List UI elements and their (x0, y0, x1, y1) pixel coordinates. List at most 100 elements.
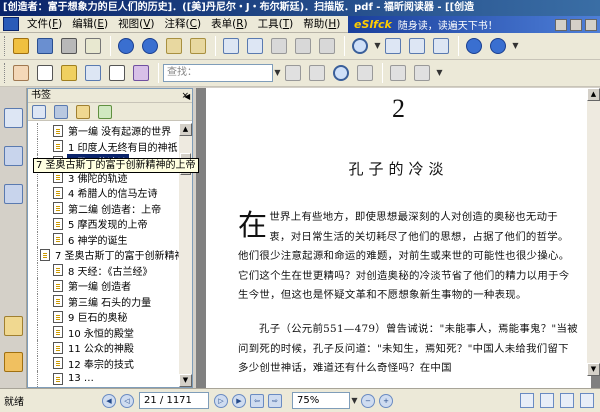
document-view[interactable]: 2 孔子的冷淡 在世界上有些地方，即使思想最深刻的人对创造的奥秘也无动于衷，对日… (196, 88, 600, 388)
bookmark-item[interactable]: 10 永恒的殿堂 (28, 324, 180, 340)
forward-nav-button[interactable]: ⇨ (268, 393, 282, 408)
bookmarks-tab-icon[interactable] (4, 108, 23, 128)
menu-file[interactable]: 文件(F) (22, 16, 67, 33)
prev-page-nav-button[interactable]: ◁ (120, 393, 134, 408)
select-tool-button[interactable] (58, 62, 80, 84)
fit-page-button[interactable] (382, 35, 404, 57)
zoom-select[interactable]: 75% (292, 392, 350, 409)
sidebar-collapse-button[interactable]: ◀ (184, 92, 190, 101)
first-page-nav-button[interactable]: ◀ (102, 393, 116, 408)
bookmark-item[interactable]: 8 天经：《古兰经》 (28, 262, 180, 278)
menu-comment[interactable]: 注释(C) (160, 16, 207, 33)
expand-all-icon[interactable] (32, 104, 46, 119)
document-scrollbar[interactable]: ▲ ▼ (587, 88, 600, 376)
fit-width-button[interactable] (406, 35, 428, 57)
minimize-button[interactable] (555, 18, 567, 31)
search-input[interactable]: 查找： (163, 64, 273, 82)
search-options-button[interactable] (354, 62, 376, 84)
toolbar-more-dropdown[interactable]: ▼ (435, 64, 444, 82)
email-button[interactable] (82, 35, 104, 57)
continuous-view-icon[interactable] (540, 393, 554, 408)
ad-banner[interactable]: eSlfck 随身读，读遍天下书！ (348, 16, 600, 33)
bookmark-item[interactable]: 7 圣奥古斯丁的富于创新精神的上帝 (28, 247, 180, 263)
hand-tool-button[interactable] (10, 62, 32, 84)
undo-button[interactable] (268, 35, 290, 57)
next-page-button[interactable] (139, 35, 161, 57)
bookmark-item[interactable]: 第二编 创造者：上帝 (28, 200, 180, 216)
single-page-button[interactable] (220, 35, 242, 57)
bookmark-item[interactable]: 9 巨石的奥秘 (28, 309, 180, 325)
typewriter-button[interactable] (106, 62, 128, 84)
menu-help[interactable]: 帮助(H) (298, 16, 345, 33)
toolbar-grip[interactable] (4, 63, 7, 83)
bookmark-item[interactable]: 6 神学的诞生 (28, 231, 180, 247)
bookmark-item[interactable]: 第一编 没有起源的世界 (28, 123, 180, 139)
facing-view-icon[interactable] (560, 393, 574, 408)
scroll-up-button[interactable]: ▲ (587, 88, 600, 101)
select-text-button[interactable] (34, 62, 56, 84)
close-button[interactable] (585, 18, 597, 31)
first-page-button[interactable] (387, 62, 409, 84)
search-prev-button[interactable] (282, 62, 304, 84)
rotate-icon (319, 38, 335, 54)
menu-tools[interactable]: 工具(T) (253, 16, 299, 33)
snapshot-button[interactable] (82, 62, 104, 84)
save-button[interactable] (34, 35, 56, 57)
bookmark-item[interactable]: 1 印度人无终有目的神祇 (28, 138, 180, 154)
delete-bookmark-icon[interactable] (54, 104, 68, 119)
zoom-tool-button[interactable] (349, 35, 371, 57)
bookmark-item[interactable]: 11 公众的神殿 (28, 340, 180, 356)
back-nav-button[interactable]: ⇦ (250, 393, 264, 408)
bookmark-item[interactable]: 12 奉宗的技式 (28, 355, 180, 371)
scroll-up-button[interactable]: ▲ (179, 123, 192, 136)
bookmark-item[interactable]: 第三编 石头的力量 (28, 293, 180, 309)
search-dropdown[interactable]: ▼ (273, 64, 282, 82)
new-bookmark-icon[interactable] (76, 104, 90, 119)
print-button[interactable] (58, 35, 80, 57)
zoom-in-button[interactable] (487, 35, 509, 57)
bookmark-item[interactable]: 第一编 创造者 (28, 278, 180, 294)
scroll-down-button[interactable]: ▼ (587, 363, 600, 376)
tree-line (37, 340, 51, 356)
continuous-button[interactable] (244, 35, 266, 57)
attachments-tab-icon[interactable] (4, 352, 23, 372)
restore-button[interactable] (570, 18, 582, 31)
window-title: [创造者：富于想象力的巨人们的历史]．([美]丹尼尔・J・布尔斯廷)．扫描版．p… (0, 0, 600, 16)
zoom-out-button[interactable] (463, 35, 485, 57)
menu-view[interactable]: 视图(V) (113, 16, 159, 33)
bookmark-item[interactable]: 13 … (28, 371, 180, 387)
menu-form[interactable]: 表单(R) (206, 16, 253, 33)
image-tool-button[interactable] (130, 62, 152, 84)
comments-tab-icon[interactable] (4, 316, 23, 336)
zoom-in-status-button[interactable]: + (379, 393, 393, 408)
redo-button[interactable] (292, 35, 314, 57)
continuous-facing-view-icon[interactable] (580, 393, 594, 408)
prev-page-button[interactable] (115, 35, 137, 57)
next-page-nav-button[interactable]: ▷ (214, 393, 228, 408)
back-button[interactable] (163, 35, 185, 57)
open-button[interactable] (10, 35, 32, 57)
search-next-button[interactable] (306, 62, 328, 84)
app-icon[interactable] (3, 17, 19, 31)
last-page-button[interactable] (411, 62, 433, 84)
pages-tab-icon[interactable] (4, 146, 23, 166)
zoom-dropdown[interactable]: ▼ (350, 392, 359, 410)
forward-button[interactable] (187, 35, 209, 57)
layers-tab-icon[interactable] (4, 184, 23, 204)
single-page-view-icon[interactable] (520, 393, 534, 408)
bookmark-properties-icon[interactable] (98, 104, 112, 119)
toolbar-grip[interactable] (4, 36, 7, 56)
rotate-button[interactable] (316, 35, 338, 57)
zoom-in-dropdown[interactable]: ▼ (511, 37, 520, 55)
search-button[interactable] (330, 62, 352, 84)
scroll-down-button[interactable]: ▼ (179, 374, 192, 387)
last-page-nav-button[interactable]: ▶ (232, 393, 246, 408)
zoom-out-status-button[interactable]: − (361, 393, 375, 408)
zoom-tool-dropdown[interactable]: ▼ (373, 37, 382, 55)
bookmark-item[interactable]: 5 摩西发现的上帝 (28, 216, 180, 232)
page-number-input[interactable]: 21 / 1171 (139, 392, 209, 409)
menu-edit[interactable]: 编辑(E) (67, 16, 113, 33)
save-icon (37, 38, 53, 54)
actual-size-button[interactable] (430, 35, 452, 57)
bookmark-item[interactable]: 4 希腊人的信马左诗 (28, 185, 180, 201)
